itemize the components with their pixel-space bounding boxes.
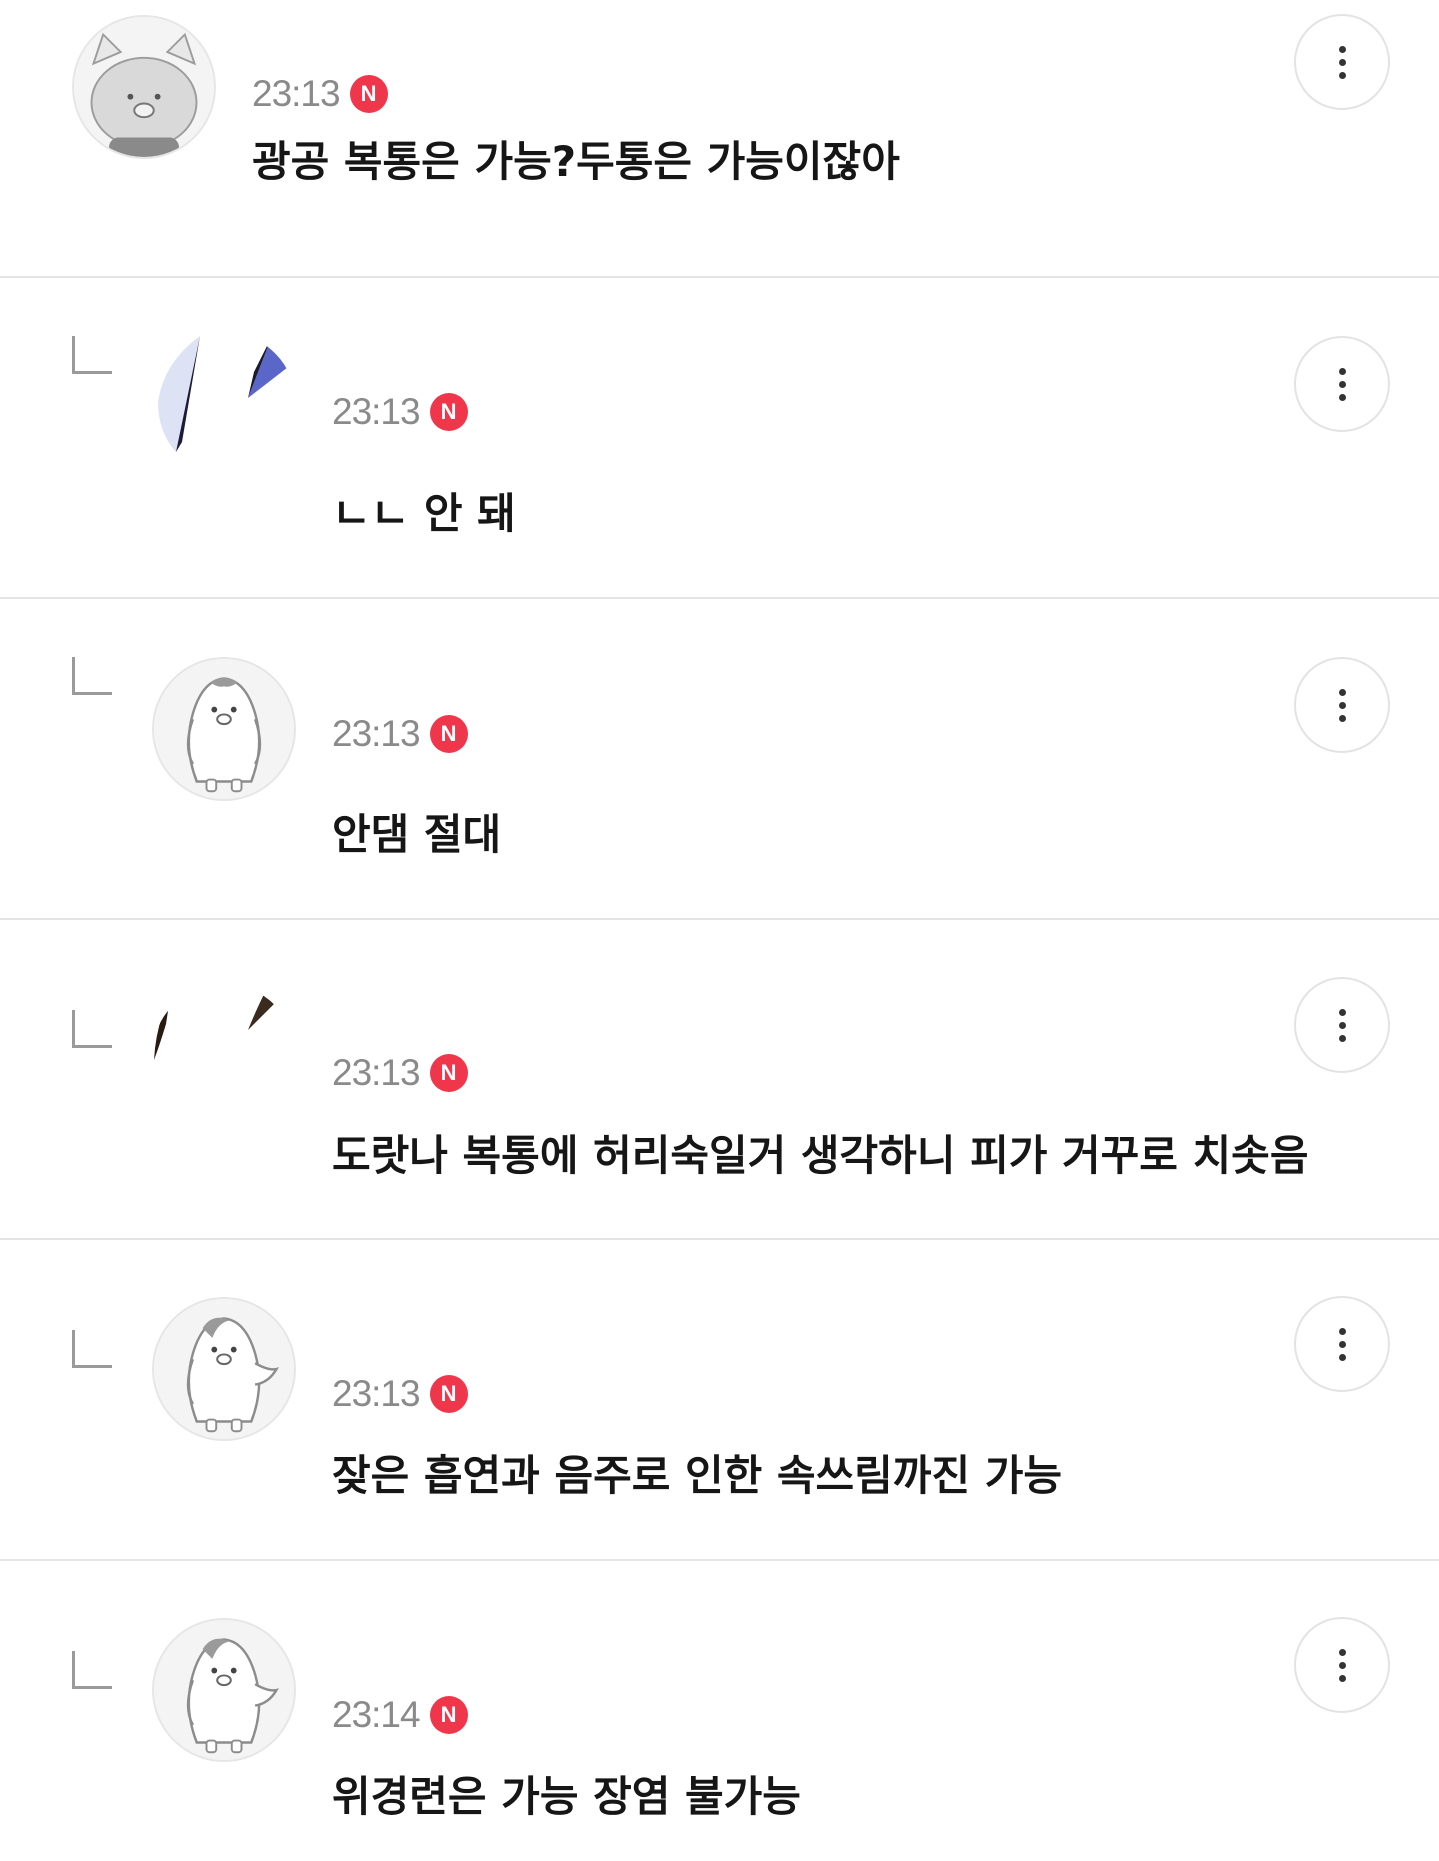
- comment-time: 23:13: [252, 73, 341, 114]
- reply-arrow-icon: [72, 1330, 112, 1368]
- comment-text: ㄴㄴ 안 돼: [332, 489, 516, 538]
- comment-meta: 23:13 N: [332, 1374, 468, 1414]
- comment-text: 안댐 절대: [332, 810, 502, 859]
- more-options-button[interactable]: [1294, 336, 1390, 432]
- photo-avatar-icon[interactable]: [152, 984, 296, 1128]
- new-badge-icon: N: [429, 1054, 468, 1092]
- new-badge-icon: N: [429, 393, 468, 431]
- more-options-button[interactable]: [1294, 657, 1390, 753]
- comment-text: 광공 복통은 가능?두통은 가능이잖아: [252, 137, 900, 186]
- penguin-avatar-icon[interactable]: [152, 657, 296, 801]
- reply-arrow-icon: [72, 1010, 112, 1048]
- more-vertical-icon: [1338, 1648, 1346, 1656]
- comment-text: 잦은 흡연과 음주로 인한 속쓰림까진 가능: [332, 1451, 1062, 1500]
- more-options-button[interactable]: [1294, 1617, 1390, 1713]
- comment-time: 23:13: [332, 713, 421, 754]
- more-vertical-icon: [1338, 1008, 1346, 1016]
- comment-text: 위경련은 가능 장염 불가능: [332, 1772, 801, 1821]
- more-options-button[interactable]: [1294, 1296, 1390, 1392]
- comment-meta: 23:13 N: [332, 714, 468, 754]
- penguin-avatar-icon[interactable]: [152, 1297, 296, 1441]
- new-badge-icon: N: [429, 715, 468, 753]
- penguin-avatar-icon[interactable]: [152, 1618, 296, 1762]
- new-badge-icon: N: [429, 1696, 468, 1734]
- comment-time: 23:14: [332, 1694, 421, 1735]
- more-vertical-icon: [1338, 367, 1346, 375]
- reply-arrow-icon: [72, 1651, 112, 1689]
- more-options-button[interactable]: [1294, 977, 1390, 1073]
- comment-meta: 23:13 N: [252, 74, 388, 114]
- cat-avatar-icon[interactable]: [72, 15, 216, 159]
- more-vertical-icon: [1338, 1327, 1346, 1335]
- comment-time: 23:13: [332, 1052, 421, 1093]
- more-options-button[interactable]: [1294, 14, 1390, 110]
- new-badge-icon: N: [349, 75, 388, 113]
- comment-item: 23:13 N 안댐 절대: [0, 599, 1439, 920]
- comment-time: 23:13: [332, 1373, 421, 1414]
- new-badge-icon: N: [429, 1375, 468, 1413]
- comment-item: 23:13 N 광공 복통은 가능?두통은 가능이잖아: [0, 0, 1439, 278]
- reply-arrow-icon: [72, 336, 112, 374]
- comment-time: 23:13: [332, 391, 421, 432]
- comment-text: 도랏나 복통에 허리숙일거 생각하니 피가 거꾸로 치솟음: [332, 1131, 1309, 1180]
- comment-meta: 23:14 N: [332, 1695, 468, 1735]
- reply-arrow-icon: [72, 657, 112, 695]
- photo-avatar-icon[interactable]: [152, 332, 296, 476]
- comment-item: 23:14 N 위경련은 가능 장염 불가능: [0, 1561, 1439, 1861]
- more-vertical-icon: [1338, 45, 1346, 53]
- comment-item: 23:13 N 도랏나 복통에 허리숙일거 생각하니 피가 거꾸로 치솟음: [0, 920, 1439, 1240]
- comment-meta: 23:13 N: [332, 392, 468, 432]
- comment-meta: 23:13 N: [332, 1053, 468, 1093]
- comment-item: 23:13 N 잦은 흡연과 음주로 인한 속쓰림까진 가능: [0, 1240, 1439, 1561]
- comment-item: 23:13 N ㄴㄴ 안 돼: [0, 278, 1439, 599]
- more-vertical-icon: [1338, 688, 1346, 696]
